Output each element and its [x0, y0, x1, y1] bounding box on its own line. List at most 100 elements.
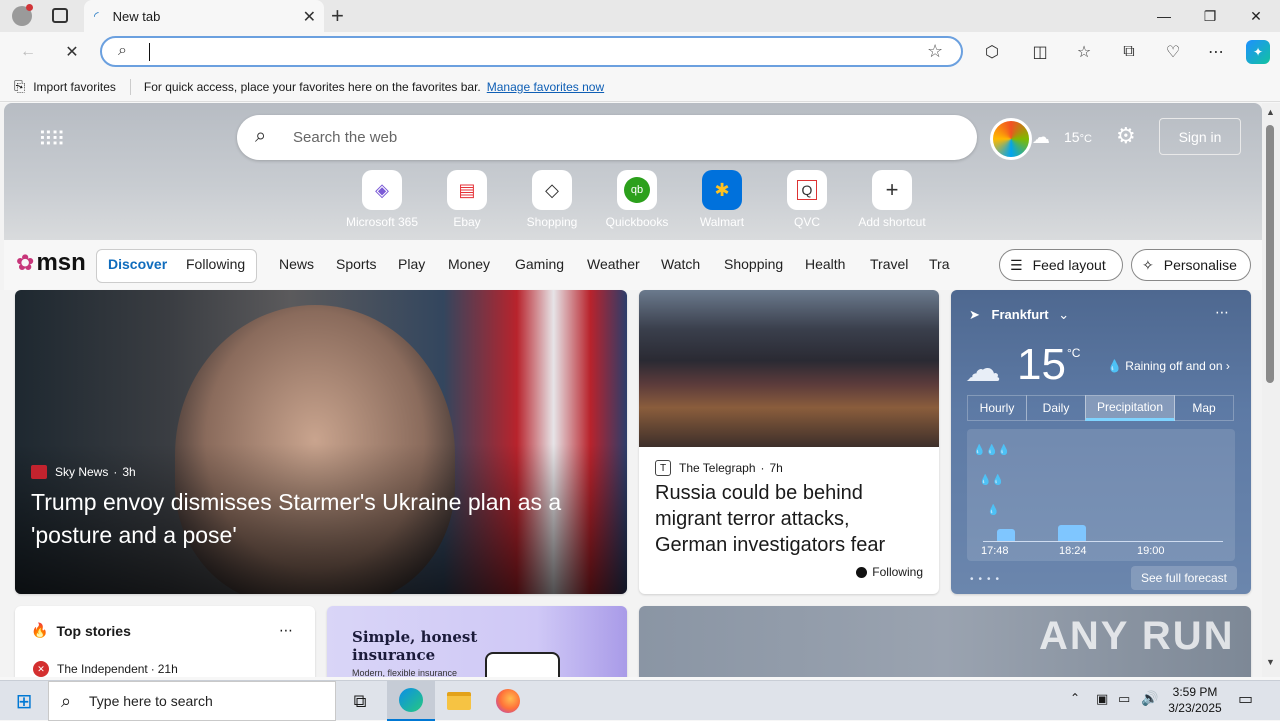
new-tab-plus-icon[interactable]: +: [331, 3, 344, 29]
top-stories-title[interactable]: 🔥 Top stories: [31, 622, 131, 639]
weather-location[interactable]: ➤ Frankfurt ⌄: [969, 307, 1069, 323]
title-bar: ◜ New tab ✕ + — ❐ ✕: [0, 0, 1280, 32]
split-screen-icon[interactable]: ◫: [1028, 40, 1052, 64]
scroll-up-arrow-icon[interactable]: ▲: [1266, 107, 1275, 117]
sign-in-button[interactable]: Sign in: [1159, 118, 1241, 155]
ad-subtitle: Modern, flexible insurance: [352, 668, 458, 677]
task-view-icon[interactable]: ⧉: [336, 681, 384, 721]
network-icon[interactable]: ▭: [1118, 691, 1130, 707]
scroll-thumb[interactable]: [1266, 125, 1274, 383]
notification-center-icon[interactable]: ▭: [1238, 689, 1253, 709]
minimize-icon[interactable]: —: [1144, 4, 1184, 28]
more-options-icon[interactable]: ⋯: [279, 622, 293, 639]
hero-banner: ⠿⠿ ⌕ Search the web ☁ 15°C ⚙ Sign in ◈ Mi…: [4, 103, 1262, 240]
taskbar-search[interactable]: ⌕ Type here to search: [48, 681, 336, 721]
shortcut-quickbooks[interactable]: qb Quickbooks: [597, 170, 677, 229]
weather-tab-daily[interactable]: Daily: [1026, 395, 1086, 421]
browser-essentials-icon[interactable]: ♡: [1161, 40, 1185, 64]
collections-icon[interactable]: ⧉: [1117, 40, 1141, 64]
more-options-icon[interactable]: ⋯: [1215, 304, 1229, 321]
nav-news[interactable]: News: [279, 256, 314, 272]
nav-play[interactable]: Play: [398, 256, 425, 272]
tab-actions-icon[interactable]: [52, 8, 68, 23]
shortcut-walmart[interactable]: ✱ Walmart: [682, 170, 762, 229]
firefox-icon[interactable]: [484, 681, 532, 721]
story-headline[interactable]: Trump envoy dismisses Starmer's Ukraine …: [31, 486, 611, 552]
tab-following[interactable]: Following: [186, 256, 245, 272]
extensions-icon[interactable]: ⬡: [980, 40, 1004, 64]
nav-shopping[interactable]: Shopping: [724, 256, 783, 272]
raindrop-icon: 💧: [1107, 359, 1122, 373]
show-hidden-icons-chevron[interactable]: ⌃: [1070, 691, 1080, 705]
msn-logo[interactable]: ✿ msn: [16, 249, 86, 277]
nav-gaming[interactable]: Gaming: [515, 256, 564, 272]
nav-travel[interactable]: Travel: [870, 256, 908, 272]
favorites-icon[interactable]: ☆: [1072, 40, 1096, 64]
shortcut-microsoft-365[interactable]: ◈ Microsoft 365: [342, 170, 422, 229]
tray-device-icon[interactable]: ▣: [1096, 691, 1108, 707]
system-clock[interactable]: 3:59 PM 3/23/2025: [1160, 684, 1230, 716]
favorite-star-icon[interactable]: ☆: [927, 41, 943, 62]
copilot-icon[interactable]: ✦: [1246, 40, 1270, 64]
weather-condition[interactable]: 💧 Raining off and on ›: [1107, 359, 1230, 373]
nav-money[interactable]: Money: [448, 256, 490, 272]
address-bar[interactable]: ⌕ ☆: [100, 36, 963, 67]
weather-tab-map[interactable]: Map: [1174, 395, 1234, 421]
close-window-icon[interactable]: ✕: [1236, 4, 1276, 28]
location-arrow-icon: ➤: [969, 307, 980, 322]
settings-gear-icon[interactable]: ⚙: [1116, 123, 1136, 149]
shortcut-add[interactable]: + Add shortcut: [852, 170, 932, 229]
shortcut-ebay[interactable]: ▤ Ebay: [427, 170, 507, 229]
nav-watch[interactable]: Watch: [661, 256, 700, 272]
secondary-story-card[interactable]: T The Telegraph · 7h Russia could be behin…: [639, 290, 939, 594]
header-temperature[interactable]: 15°C: [1064, 129, 1092, 145]
manage-favorites-link[interactable]: Manage favorites now: [487, 80, 604, 94]
web-search-box[interactable]: ⌕ Search the web: [237, 115, 977, 160]
feed-layout-button[interactable]: ☰ Feed layout: [999, 249, 1123, 281]
see-full-forecast-button[interactable]: See full forecast: [1130, 566, 1237, 590]
start-windows-icon[interactable]: ⊞: [0, 681, 48, 721]
weather-tab-precipitation[interactable]: Precipitation: [1085, 395, 1175, 421]
nav-health[interactable]: Health: [805, 256, 845, 272]
main-story-card[interactable]: Sky News · 3h Trump envoy dismisses Starme…: [15, 290, 627, 594]
msn-nav-bar: ✿ msn Discover Following News Sports Play…: [4, 240, 1262, 290]
edge-icon[interactable]: [387, 681, 435, 721]
following-button[interactable]: Following: [856, 565, 923, 579]
story-headline[interactable]: Russia could be behind migrant terror at…: [655, 480, 925, 558]
nav-sports[interactable]: Sports: [336, 256, 376, 272]
ad-phone-image: [485, 652, 560, 677]
copilot-icon[interactable]: [990, 118, 1032, 160]
import-favorites-button[interactable]: Import favorites: [33, 80, 116, 94]
page-scrollbar[interactable]: ▲ ▼: [1262, 103, 1280, 677]
story-card[interactable]: ANY RUN: [639, 606, 1251, 677]
restore-icon[interactable]: ❐: [1190, 4, 1230, 28]
nav-truncated[interactable]: Tra: [929, 256, 951, 272]
carousel-dots[interactable]: ••••: [970, 574, 1004, 585]
tab-discover[interactable]: Discover: [108, 256, 167, 272]
close-tab-icon[interactable]: ✕: [303, 7, 316, 27]
chevron-right-icon: ›: [1225, 359, 1230, 373]
favorites-bar: ⎘ Import favorites For quick access, pla…: [0, 72, 1280, 102]
volume-icon[interactable]: 🔊: [1141, 690, 1158, 707]
more-menu-icon[interactable]: ⋯: [1204, 40, 1228, 64]
insurance-ad-card[interactable]: Simple, honest insurance Modern, flexibl…: [327, 606, 627, 677]
tab-new-tab[interactable]: ◜ New tab ✕: [84, 0, 324, 32]
heavy-rain-icon: 💧💧💧: [973, 445, 1011, 456]
stop-loading-icon[interactable]: ✕: [60, 40, 84, 64]
profile-avatar-icon[interactable]: [12, 4, 33, 26]
shortcut-qvc[interactable]: Q QVC: [767, 170, 847, 229]
personalise-button[interactable]: ✧ Personalise: [1131, 249, 1251, 281]
scroll-down-arrow-icon[interactable]: ▼: [1266, 657, 1275, 667]
watermark: ANY RUN: [1039, 614, 1235, 658]
browser-toolbar: ← ✕ ⌕ ☆ ⬡ ◫ ☆ ⧉ ♡ ⋯ ✦: [0, 32, 1280, 72]
sparkle-icon: ✧: [1142, 256, 1154, 273]
back-arrow-icon[interactable]: ←: [16, 40, 40, 64]
nav-weather[interactable]: Weather: [587, 256, 640, 272]
file-explorer-icon[interactable]: [435, 681, 483, 721]
weather-tab-hourly[interactable]: Hourly: [967, 395, 1027, 421]
weather-unit: °C: [1067, 346, 1081, 360]
app-launcher-icon[interactable]: ⠿⠿: [38, 127, 65, 152]
web-search-placeholder: Search the web: [293, 129, 398, 146]
story-image: [639, 290, 939, 447]
shortcut-shopping[interactable]: ◇ Shopping: [512, 170, 592, 229]
